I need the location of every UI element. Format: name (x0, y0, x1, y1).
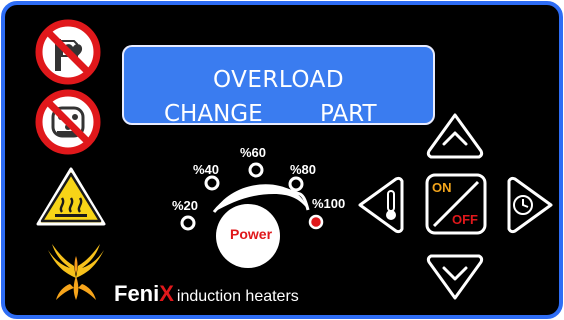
clock-icon (513, 195, 533, 215)
off-label: OFF (452, 212, 478, 227)
brand-tagline: induction heaters (176, 288, 299, 305)
up-button[interactable] (425, 111, 485, 171)
no-pacemaker-icon (35, 19, 101, 85)
on-label: ON (432, 180, 452, 195)
display-line-2-left: CHANGE (164, 101, 263, 125)
chevron-down-icon (442, 266, 468, 281)
timer-button[interactable] (495, 175, 555, 235)
level-label-80: %80 (290, 162, 317, 177)
level-label-100: %100 (312, 196, 346, 211)
brand-wordmark: FeniX induction heaters (114, 281, 299, 307)
level-label-60: %60 (240, 145, 267, 160)
no-metal-implants-icon (35, 89, 101, 155)
brand-name-part2: X (159, 281, 174, 306)
down-button[interactable] (425, 242, 485, 302)
thermometer-icon (386, 190, 396, 220)
brand-name-part1: Feni (114, 281, 160, 306)
level-label-40: %40 (193, 162, 220, 177)
temperature-button[interactable] (356, 175, 416, 235)
control-panel: OVERLOAD CHANGE PART Power %20 %40 %60 %… (0, 0, 564, 320)
phoenix-logo-icon (48, 244, 104, 300)
chevron-up-icon (442, 131, 468, 146)
power-knob-label: Power (230, 226, 273, 242)
hot-surface-warning-icon (36, 167, 106, 226)
display-line-2-right: PART (320, 101, 377, 125)
display-line-1: OVERLOAD (212, 67, 345, 93)
level-label-20: %20 (172, 198, 199, 213)
lcd-display: OVERLOAD CHANGE PART (122, 45, 435, 125)
